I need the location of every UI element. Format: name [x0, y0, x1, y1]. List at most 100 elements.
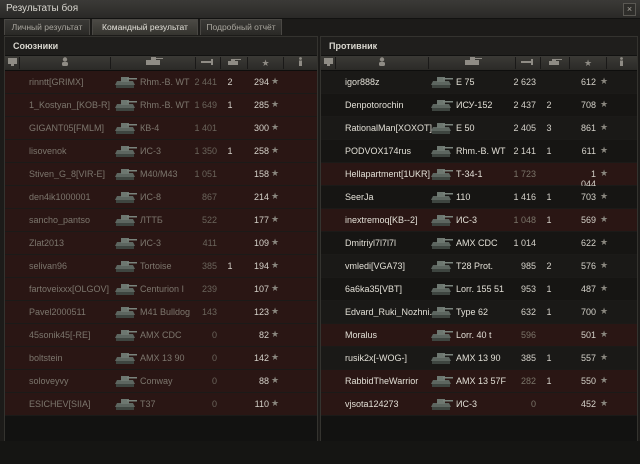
- star-icon: ★: [271, 168, 280, 178]
- battle-results-window: Результаты боя × Личный результат Команд…: [0, 0, 640, 464]
- player-row[interactable]: SeerJa 110 1 416 1 703 ★: [321, 186, 637, 209]
- player-row[interactable]: PODVOX174rus Rhm.-B. WT 2 141 1 611 ★: [321, 140, 637, 163]
- xp-value: 107: [253, 284, 269, 294]
- vehicle-icon: [115, 353, 137, 364]
- enemies-panel: Противник ★ igor888z E 75 2 623 612 ★ Denpoto…: [320, 36, 638, 442]
- vehicle-column-icon[interactable]: [429, 57, 516, 69]
- player-row[interactable]: vmledi[VGA73] T28 Prot. 985 2 576 ★: [321, 255, 637, 278]
- damage-column-icon[interactable]: [196, 57, 221, 69]
- player-row[interactable]: RabbidTheWarrior AMX 13 57F 282 1 550 ★: [321, 370, 637, 393]
- player-row[interactable]: GIGANT05[FMLM] КВ-4 1 401 300 ★: [5, 117, 317, 140]
- star-icon: ★: [271, 260, 280, 270]
- damage-value: 2 405: [513, 123, 536, 133]
- xp-column-icon[interactable]: ★: [248, 57, 284, 69]
- player-column-icon[interactable]: [336, 57, 429, 69]
- damage-value: 632: [520, 307, 536, 317]
- vehicle-icon: [431, 353, 453, 364]
- vehicle-icon: [431, 169, 453, 180]
- player-row[interactable]: Moralus Lorr. 40 t 596 501 ★: [321, 324, 637, 347]
- star-icon: ★: [600, 260, 609, 270]
- tab-personal-result[interactable]: Личный результат: [4, 19, 90, 35]
- player-row[interactable]: RationalMan[XOXOT] E 50 2 405 3 861 ★: [321, 117, 637, 140]
- vehicle-icon: [431, 146, 453, 157]
- player-row[interactable]: rusik2x[-WOG-] AMX 13 90 385 1 557 ★: [321, 347, 637, 370]
- player-row[interactable]: Pavel2000511 M41 Bulldog 143 123 ★: [5, 301, 317, 324]
- vehicle-icon: [431, 307, 453, 318]
- damage-value: 1 048: [513, 215, 536, 225]
- status-column-icon[interactable]: [607, 57, 636, 69]
- player-row[interactable]: Stiven_G_8[VIR-E] M40/M43 1 051 158 ★: [5, 163, 317, 186]
- close-icon[interactable]: ×: [623, 3, 636, 16]
- player-row[interactable]: ESICHEV[SIIA] T37 0 110 ★: [5, 393, 317, 416]
- player-row[interactable]: Dmitriyl7l7l7l AMX CDC 1 014 622 ★: [321, 232, 637, 255]
- player-row[interactable]: inextremoq[KB--2] ИС-3 1 048 1 569 ★: [321, 209, 637, 232]
- xp-value: 177: [253, 215, 269, 225]
- kills-value: 1: [546, 146, 552, 156]
- tab-detailed-report[interactable]: Подробный отчёт: [200, 19, 282, 35]
- damage-value: 239: [201, 284, 217, 294]
- player-row[interactable]: boltstein AMX 13 90 0 142 ★: [5, 347, 317, 370]
- player-row[interactable]: fartoveixxx[OLGOV] Centurion I 239 107 ★: [5, 278, 317, 301]
- xp-value: 576: [580, 261, 596, 271]
- player-row[interactable]: Hellapartment[1UKR] Т-34-1 1 723 1 044 ★: [321, 163, 637, 189]
- star-icon: ★: [600, 375, 609, 385]
- star-icon: ★: [600, 99, 609, 109]
- vehicle-icon: [431, 238, 453, 249]
- xp-value: 703: [580, 192, 596, 202]
- damage-column-icon[interactable]: [516, 57, 541, 69]
- player-row[interactable]: 6a6ka35[VBT] Lorr. 155 51 953 1 487 ★: [321, 278, 637, 301]
- damage-value: 1 051: [194, 169, 217, 179]
- player-row[interactable]: 1_Kostyan_[KOB-R] Rhm.-B. WT 1 649 1 285 ★: [5, 94, 317, 117]
- vehicle-icon: [431, 100, 453, 111]
- player-row[interactable]: 45sonik45[-RE] AMX CDC 0 82 ★: [5, 324, 317, 347]
- xp-value: 452: [580, 399, 596, 409]
- kills-column-icon[interactable]: [541, 57, 570, 69]
- vehicle-icon: [115, 100, 137, 111]
- player-row[interactable]: soloveyvy Conway 0 88 ★: [5, 370, 317, 393]
- star-icon: ★: [271, 306, 280, 316]
- xp-value: 258: [253, 146, 269, 156]
- player-row[interactable]: Denpotorochin ИСУ-152 2 437 2 708 ★: [321, 94, 637, 117]
- player-row[interactable]: lisovenok ИС-3 1 350 1 258 ★: [5, 140, 317, 163]
- xp-value: 611: [581, 146, 596, 156]
- vehicle-icon: [431, 284, 453, 295]
- xp-value: 194: [253, 261, 269, 271]
- player-row[interactable]: igor888z E 75 2 623 612 ★: [321, 71, 637, 94]
- squad-column-icon[interactable]: [321, 57, 336, 69]
- vehicle-icon: [115, 215, 137, 226]
- star-icon: ★: [600, 191, 609, 201]
- player-row[interactable]: Edvard_Ruki_Nozhni... Type 62 632 1 700 ★: [321, 301, 637, 324]
- star-icon: ★: [271, 398, 280, 408]
- vehicle-column-icon[interactable]: [111, 57, 196, 69]
- star-icon: ★: [271, 375, 280, 385]
- kills-value: 3: [546, 123, 552, 133]
- player-row[interactable]: rinntt[GRIMX] Rhm.-B. WT 2 441 2 294 ★: [5, 71, 317, 94]
- player-row[interactable]: Zlat2013 ИС-3 411 109 ★: [5, 232, 317, 255]
- damage-value: 2 623: [513, 77, 536, 87]
- xp-value: 294: [253, 77, 269, 87]
- star-icon: ★: [600, 329, 609, 339]
- damage-value: 411: [202, 238, 217, 248]
- vehicle-icon: [115, 146, 137, 157]
- squad-column-icon[interactable]: [5, 57, 20, 69]
- status-column-icon[interactable]: [284, 57, 316, 69]
- player-column-icon[interactable]: [20, 57, 111, 69]
- xp-value: 622: [580, 238, 596, 248]
- kills-column-icon[interactable]: [221, 57, 248, 69]
- player-row[interactable]: vjsota124273 ИС-3 0 452 ★: [321, 393, 637, 416]
- player-row[interactable]: sancho_pantso ЛТТБ 522 177 ★: [5, 209, 317, 232]
- vehicle-icon: [115, 284, 137, 295]
- enemies-header: Противник: [321, 37, 637, 55]
- xp-value: 612: [580, 77, 596, 87]
- allies-title: Союзники: [13, 41, 59, 51]
- vehicle-icon: [115, 376, 137, 387]
- player-row[interactable]: selivan96 Tortoise 385 1 194 ★: [5, 255, 317, 278]
- tab-team-result[interactable]: Командный результат: [92, 19, 198, 35]
- damage-value: 143: [201, 307, 217, 317]
- star-icon: ★: [271, 214, 280, 224]
- player-row[interactable]: den4ik1000001 ИС-8 867 214 ★: [5, 186, 317, 209]
- xp-column-icon[interactable]: ★: [570, 57, 607, 69]
- damage-value: 2 141: [513, 146, 536, 156]
- xp-value: 123: [253, 307, 269, 317]
- vehicle-icon: [115, 192, 137, 203]
